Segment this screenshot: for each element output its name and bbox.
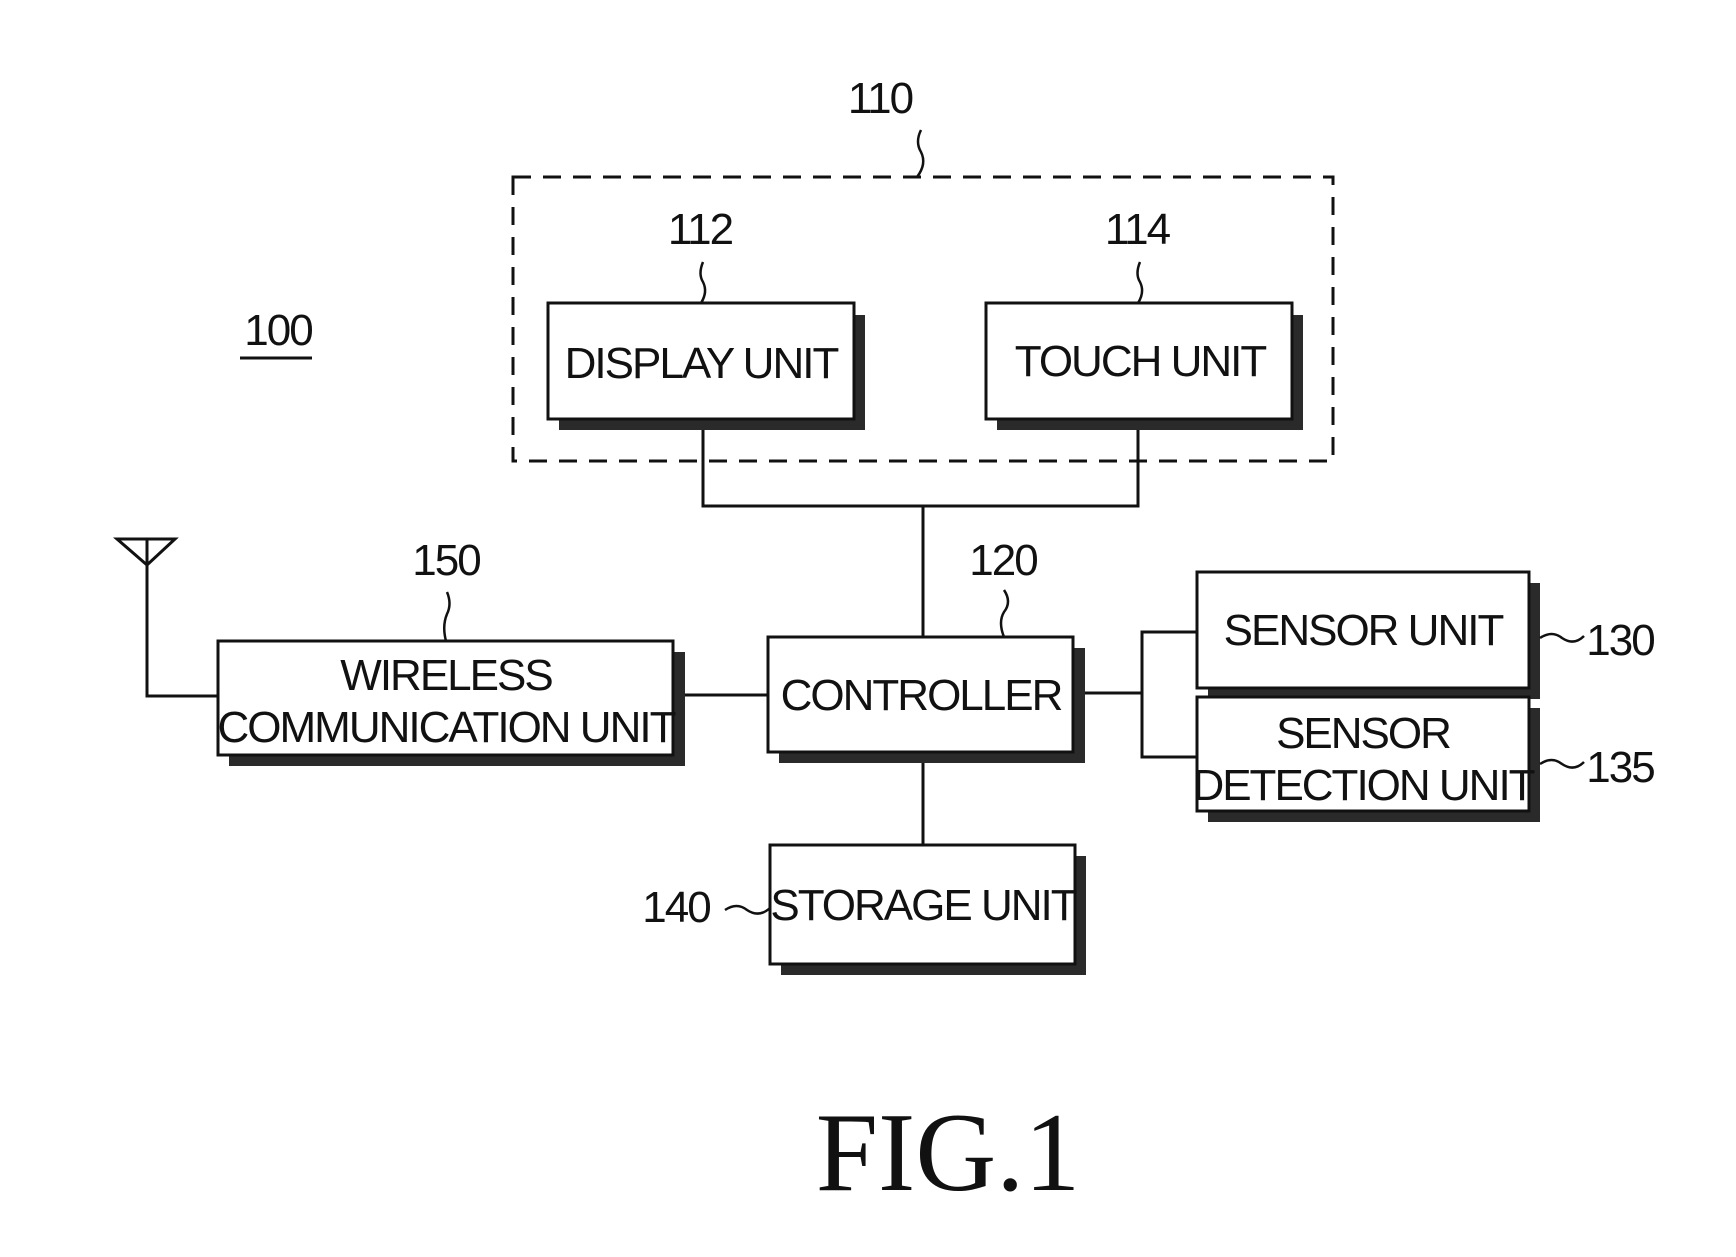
wireless-unit-label-line1: WIRELESS — [340, 651, 552, 700]
touch-unit-label: TOUCH UNIT — [1015, 337, 1267, 386]
group-leader-line — [915, 129, 925, 178]
figure-caption: FIG.1 — [816, 1091, 1080, 1215]
controller-leader — [999, 589, 1010, 638]
display-unit-label: DISPLAY UNIT — [565, 339, 839, 388]
sensor-detection-unit-leader — [1539, 758, 1585, 769]
sensor-detection-unit-label-line1: SENSOR — [1276, 709, 1450, 758]
antenna-feed-wire — [145, 565, 218, 698]
storage-unit-block: STORAGE UNIT — [768, 843, 1086, 975]
wireless-unit-leader — [443, 591, 451, 642]
controller-ref: 120 — [969, 536, 1037, 585]
wireless-unit-block: WIRELESS COMMUNICATION UNIT — [216, 639, 685, 766]
display-unit-block: DISPLAY UNIT — [546, 301, 865, 430]
display-touch-bus — [701, 430, 1140, 508]
group-ref-label: 110 — [848, 74, 913, 123]
storage-unit-ref: 140 — [642, 883, 710, 932]
device-ref-label: 100 — [244, 306, 312, 355]
patent-figure: 110 100 DISPLAY UNIT 112 TOUCH UNIT 114 … — [0, 0, 1736, 1257]
touch-unit-block: TOUCH UNIT — [984, 301, 1303, 430]
wireless-unit-ref: 150 — [412, 536, 480, 585]
wireless-unit-label-line2: COMMUNICATION UNIT — [218, 703, 676, 752]
sensor-unit-leader — [1539, 632, 1585, 643]
sensor-detection-unit-block: SENSOR DETECTION UNIT — [1192, 695, 1540, 822]
sensor-detection-unit-ref: 135 — [1586, 743, 1654, 792]
block-diagram: 110 100 DISPLAY UNIT 112 TOUCH UNIT 114 … — [112, 74, 1656, 1215]
storage-unit-label: STORAGE UNIT — [770, 881, 1076, 930]
sensor-detection-unit-label-line2: DETECTION UNIT — [1192, 761, 1534, 810]
sensor-unit-ref: 130 — [1586, 616, 1654, 665]
sensor-bracket-wire — [1140, 630, 1197, 759]
controller-label: CONTROLLER — [781, 671, 1062, 720]
controller-block: CONTROLLER — [766, 635, 1085, 763]
touch-unit-leader — [1136, 261, 1144, 304]
display-unit-leader — [699, 261, 707, 304]
storage-unit-leader — [724, 904, 771, 915]
touch-unit-ref: 114 — [1105, 205, 1171, 254]
sensor-unit-block: SENSOR UNIT — [1195, 570, 1540, 699]
display-unit-ref: 112 — [668, 205, 733, 254]
sensor-unit-label: SENSOR UNIT — [1224, 606, 1504, 655]
antenna-icon — [112, 537, 179, 568]
